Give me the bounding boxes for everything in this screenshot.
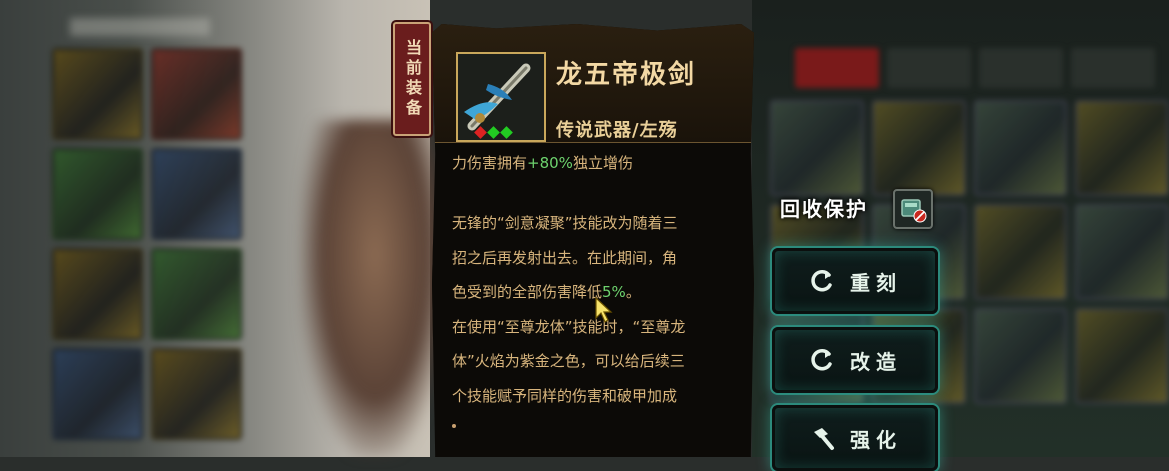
inventory-slot[interactable] (973, 204, 1068, 300)
description-line: 个技能赋予同样的伤害和破甲加成 (452, 386, 678, 405)
description-line: 招之后再发射出去。在此期间，角 (452, 248, 678, 267)
inventory-slot[interactable] (1075, 100, 1169, 196)
mouse-cursor-icon (595, 296, 613, 323)
character-figure-blurred (300, 120, 450, 457)
inventory-slot[interactable] (770, 100, 864, 196)
item-name: 龙五帝极剑 (556, 60, 697, 90)
current-equipment-label: 当前装备 (403, 39, 422, 119)
modify-button-label: 改造 (850, 349, 902, 374)
description-line-top: 力伤害拥有+80%独立增伤 (452, 152, 633, 173)
item-type: 传说武器/左殇 (556, 120, 678, 141)
current-equipment-tag: 当前装备 (393, 22, 431, 136)
inventory-slot[interactable] (151, 148, 242, 240)
inventory-slot[interactable] (52, 148, 143, 240)
inventory-slot[interactable] (151, 48, 242, 140)
inventory-slot[interactable] (151, 248, 242, 340)
inventory-slot[interactable] (52, 348, 143, 440)
green-gem-icon (487, 126, 500, 139)
red-gem-icon (474, 126, 487, 139)
desc-text: 力伤害拥有 (452, 154, 528, 172)
refresh-icon (811, 270, 832, 292)
tab[interactable] (887, 48, 971, 88)
gem-sockets (474, 126, 513, 139)
description-line: 无锋的“剑意凝聚”技能改为随着三 (452, 214, 678, 232)
modify-button[interactable]: 改造 (772, 327, 938, 393)
refresh-icon (811, 349, 832, 371)
tab[interactable] (795, 48, 879, 88)
inventory-slot[interactable] (1075, 308, 1169, 404)
inventory-slot[interactable] (151, 348, 242, 440)
inventory-slot[interactable] (1075, 204, 1169, 300)
right-tabs-blurred (795, 48, 1155, 88)
desc-highlight: +80% (527, 154, 573, 172)
inventory-slot[interactable] (52, 248, 143, 340)
inventory-slot[interactable] (973, 100, 1068, 196)
item-tooltip: 龙五帝极剑 传说武器/左殇 力伤害拥有+80%独立增伤 无锋的“剑意凝聚”技能改… (432, 24, 754, 457)
recycle-protect-label: 回收保护 (780, 197, 868, 221)
tab[interactable] (1071, 48, 1155, 88)
reforge-button[interactable]: 重刻 (772, 248, 938, 314)
inventory-grid-left (52, 48, 242, 457)
description-line: 体”火焰为紫金之色，可以给后续三 (452, 352, 685, 370)
recycle-protect-toggle[interactable] (893, 189, 933, 229)
enhance-button-label: 强化 (850, 427, 902, 452)
reforge-button-label: 重刻 (850, 270, 902, 295)
description-bullet (452, 424, 456, 428)
inventory-slot[interactable] (871, 100, 966, 196)
inventory-slot[interactable] (52, 48, 143, 140)
shield-lock-icon (901, 199, 927, 223)
enhance-button[interactable]: 强化 (772, 405, 938, 471)
tab[interactable] (979, 48, 1063, 88)
inventory-header-blurred (70, 18, 210, 36)
hammer-icon (814, 428, 834, 450)
desc-text: 独立增伤 (572, 154, 633, 172)
inventory-slot[interactable] (973, 308, 1068, 404)
green-gem-icon (500, 126, 513, 139)
